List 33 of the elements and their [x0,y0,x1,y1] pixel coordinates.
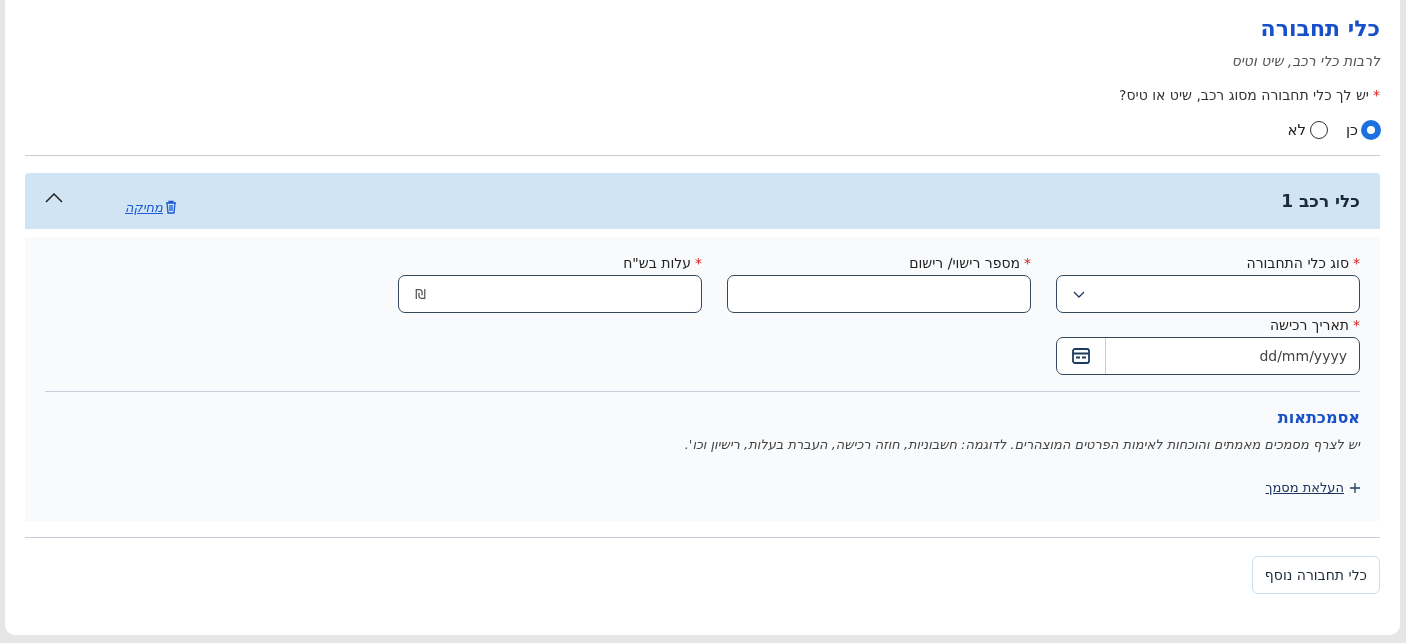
currency-symbol: ₪ [415,286,426,302]
chevron-down-icon [1073,290,1085,298]
upload-link[interactable]: העלאת מסמך [1265,480,1360,495]
radio-option[interactable]: לא [1287,121,1328,139]
add-vehicle-button[interactable]: כלי תחבורה נוסף [1251,555,1380,594]
field-label: עלות בש"ח [623,255,691,271]
delete-link[interactable]: מחיקה [125,199,177,215]
question-label: יש לך כלי תחבורה מסוג רכב, שיט או טיס? [1119,87,1369,103]
required-asterisk: * [1024,255,1031,271]
field-label: תאריך רכישה [1269,317,1349,333]
amount-field[interactable]: ₪ [398,275,702,313]
section-subtitle: לרבות כלי רכב, שיט וטיס [1230,53,1380,69]
radio-option[interactable]: כן [1345,121,1380,139]
documents-description: יש לצרף מסמכים מאמתים והוכחות לאימות הפרטים המוצהרים. לדוגמה: חשבוניות, חוזה רכישה, העברת בעלות, רישיון וכו'. [683,437,1360,452]
accordion-title: כלי רכב 1 [1281,191,1360,211]
accordion-header[interactable]: כלי רכב 1 מחיקה [25,173,1380,229]
date-picker[interactable]: dd/mm/yyyy [1056,337,1360,375]
date-input[interactable]: dd/mm/yyyy [1106,338,1359,374]
required-asterisk: * [1373,87,1380,103]
chevron-icon[interactable] [45,193,63,203]
field-label: מספר רישוי/ רישום [909,255,1020,271]
documents-title: אסמכתאות [1276,408,1360,427]
calendar-icon[interactable] [1072,348,1090,364]
field-label: סוג כלי התחבורה [1246,255,1349,271]
required-asterisk: * [1353,317,1360,333]
required-asterisk: * [1353,255,1360,271]
text-field[interactable] [727,275,1031,313]
trash-icon [164,200,177,214]
radio-button[interactable] [1362,121,1380,139]
select-field[interactable] [1056,275,1360,313]
plus-icon [1350,482,1360,493]
required-asterisk: * [695,255,702,271]
section-title: כלי תחבורה [1259,16,1380,41]
